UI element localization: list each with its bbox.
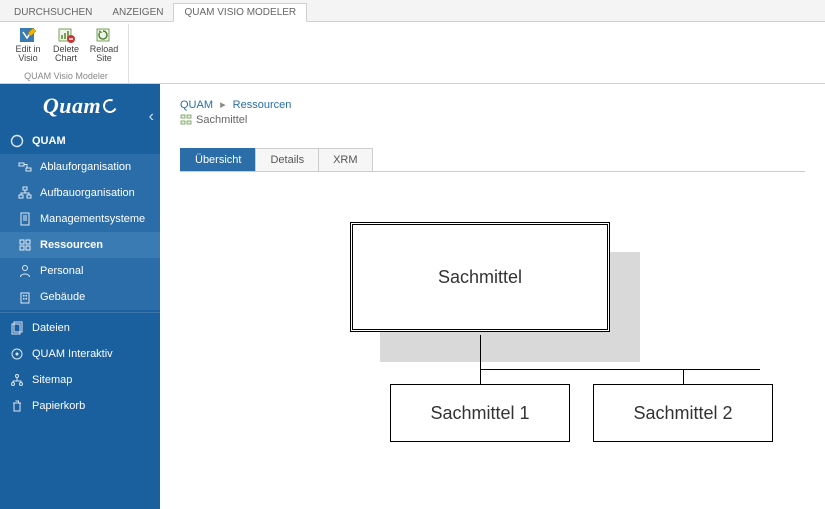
resources-icon <box>18 238 32 252</box>
brand-logo[interactable]: Quam ‹ <box>0 84 160 128</box>
ribbon-body: Edit inVisio DeleteChart ReloadSite QUAM… <box>0 22 825 84</box>
reload-site-icon <box>95 26 113 44</box>
breadcrumb-section[interactable]: Ressourcen <box>233 99 292 111</box>
breadcrumb-root[interactable]: QUAM <box>180 99 213 111</box>
sidebar-item-ablauf[interactable]: Ablauforganisation <box>0 154 160 180</box>
ribbon-group-label: QUAM Visio Modeler <box>10 70 122 83</box>
ribbon-tab-browse[interactable]: DURCHSUCHEN <box>4 4 102 21</box>
page-title: Sachmittel <box>196 114 247 126</box>
sidebar-item-label: QUAM <box>32 135 66 147</box>
interactive-icon <box>10 347 24 361</box>
diagram-root-node[interactable]: Sachmittel <box>350 222 610 332</box>
sidebar-item-label: Dateien <box>32 322 70 334</box>
sidebar-item-label: Papierkorb <box>32 400 85 412</box>
tab-xrm[interactable]: XRM <box>318 148 372 171</box>
trash-icon <box>10 399 24 413</box>
sidebar-item-gebaeude[interactable]: Gebäude <box>0 284 160 310</box>
connector <box>480 369 760 370</box>
page-indicator: Sachmittel <box>180 114 805 126</box>
sidebar-nav: QUAM Ablauforganisation Aufbauorganisati… <box>0 128 160 310</box>
sidebar-item-label: Gebäude <box>40 291 85 303</box>
sidebar-item-personal[interactable]: Personal <box>0 258 160 284</box>
tab-details[interactable]: Details <box>255 148 319 171</box>
person-icon <box>18 264 32 278</box>
sitemap-icon <box>10 373 24 387</box>
sidebar-item-mgmt[interactable]: Managementsysteme <box>0 206 160 232</box>
sidebar-item-ressourcen[interactable]: Ressourcen <box>0 232 160 258</box>
page-icon <box>180 114 192 126</box>
ribbon-tab-strip: DURCHSUCHEN ANZEIGEN QUAM VISIO MODELER <box>0 0 825 22</box>
edit-in-visio-button[interactable]: Edit inVisio <box>10 24 46 70</box>
delete-chart-button[interactable]: DeleteChart <box>48 24 84 70</box>
sidebar-nav-secondary: Dateien QUAM Interaktiv Sitemap Papierko… <box>0 315 160 419</box>
connector <box>683 369 684 384</box>
sidebar-item-label: Sitemap <box>32 374 72 386</box>
ribbon-tab-visio[interactable]: QUAM VISIO MODELER <box>173 3 307 22</box>
building-icon <box>18 290 32 304</box>
doc-icon <box>18 212 32 226</box>
sidebar-item-label: QUAM Interaktiv <box>32 348 113 360</box>
sidebar-item-dateien[interactable]: Dateien <box>0 315 160 341</box>
org-icon <box>18 186 32 200</box>
sidebar: Quam ‹ QUAM Ablauforganisation Aufbauorg… <box>0 84 160 509</box>
sidebar-item-sitemap[interactable]: Sitemap <box>0 367 160 393</box>
tab-overview[interactable]: Übersicht <box>180 148 256 171</box>
ribbon-tab-view[interactable]: ANZEIGEN <box>102 4 173 21</box>
flow-icon <box>18 160 32 174</box>
visio-edit-icon <box>19 26 37 44</box>
sidebar-item-interaktiv[interactable]: QUAM Interaktiv <box>0 341 160 367</box>
sidebar-item-label: Ablauforganisation <box>40 161 131 173</box>
sidebar-item-label: Personal <box>40 265 83 277</box>
sidebar-item-label: Managementsysteme <box>40 213 145 225</box>
content-tabs: Übersicht Details XRM <box>180 148 805 172</box>
sidebar-item-aufbau[interactable]: Aufbauorganisation <box>0 180 160 206</box>
connector <box>480 335 481 369</box>
files-icon <box>10 321 24 335</box>
content-area: QUAM ▸ Ressourcen Sachmittel Übersicht D… <box>160 84 825 509</box>
sidebar-collapse-icon[interactable]: ‹ <box>149 108 154 126</box>
sidebar-item-label: Aufbauorganisation <box>40 187 135 199</box>
crescent-icon <box>101 97 119 115</box>
delete-chart-icon <box>57 26 75 44</box>
sidebar-item-quam[interactable]: QUAM <box>0 128 160 154</box>
diagram-canvas: Sachmittel Sachmittel 1 Sachmittel 2 <box>350 222 805 462</box>
chevron-right-icon: ▸ <box>220 99 226 111</box>
ribbon-group-visio: Edit inVisio DeleteChart ReloadSite QUAM… <box>4 24 129 83</box>
connector <box>480 369 481 384</box>
diagram-child-node-1[interactable]: Sachmittel 1 <box>390 384 570 442</box>
diagram-child-node-2[interactable]: Sachmittel 2 <box>593 384 773 442</box>
home-icon <box>10 134 24 148</box>
breadcrumb: QUAM ▸ Ressourcen <box>180 98 805 111</box>
sidebar-item-label: Ressourcen <box>40 239 103 251</box>
reload-site-button[interactable]: ReloadSite <box>86 24 122 70</box>
sidebar-item-trash[interactable]: Papierkorb <box>0 393 160 419</box>
